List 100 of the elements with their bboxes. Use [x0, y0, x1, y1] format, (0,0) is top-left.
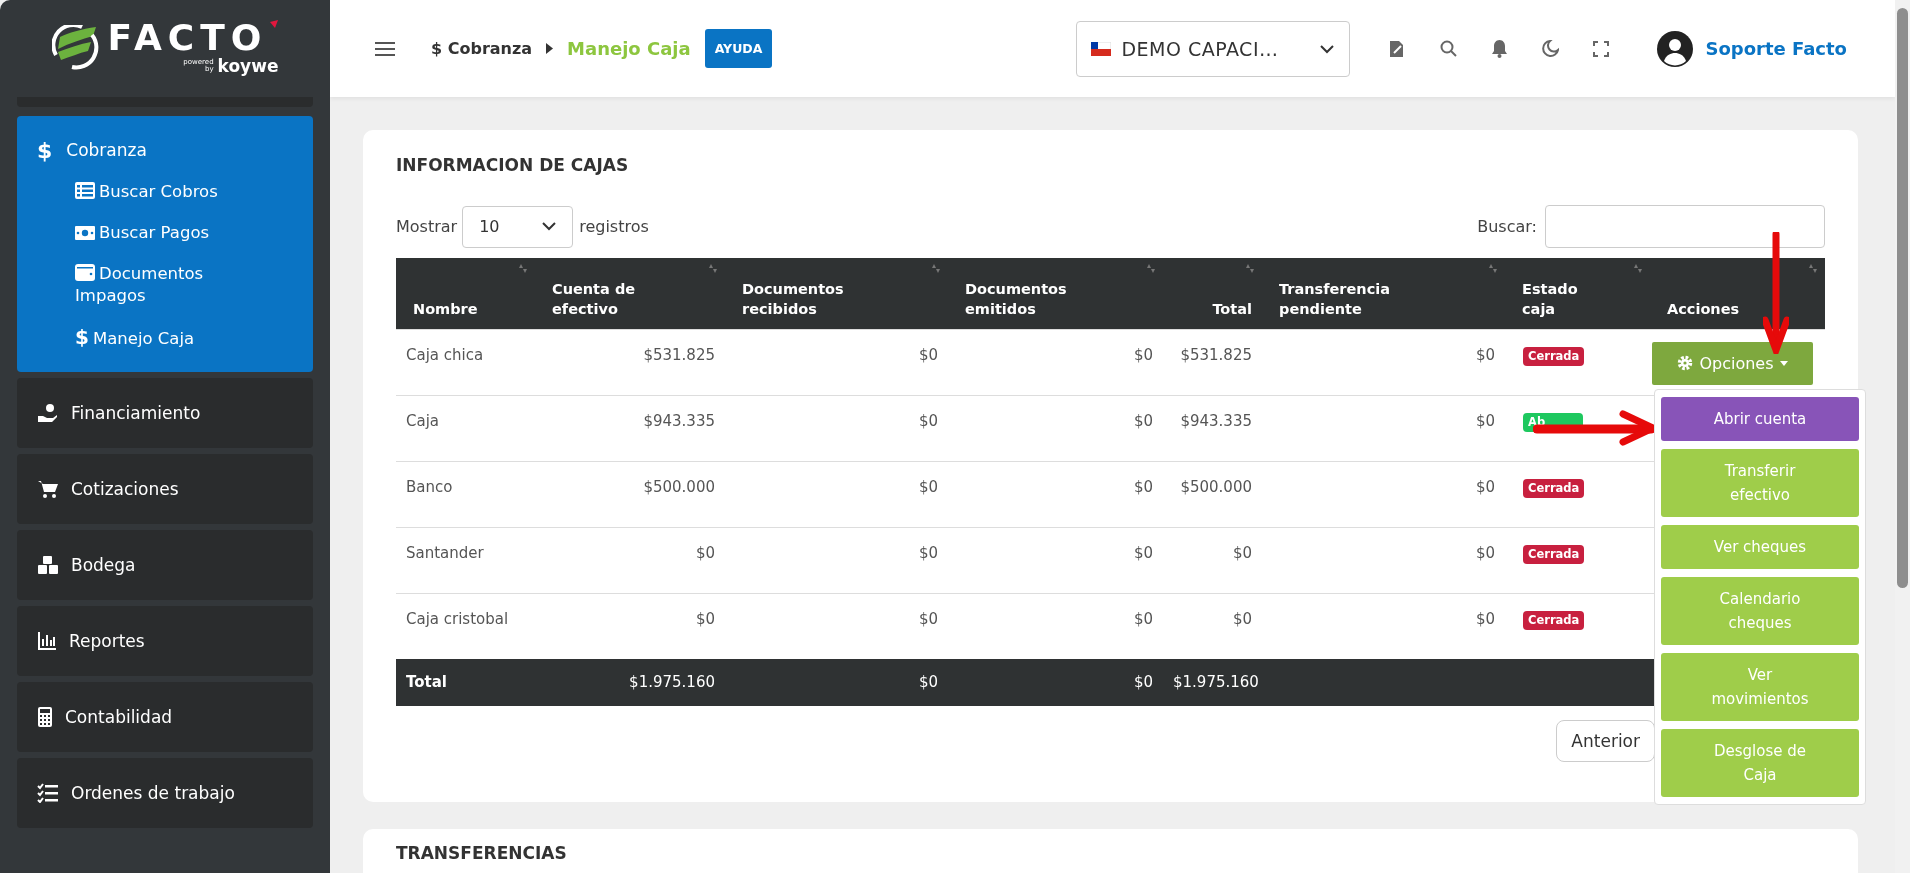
sort-icon[interactable]: [1489, 264, 1497, 273]
avatar-icon[interactable]: [1657, 30, 1694, 67]
total-cell: $1.975.160: [1163, 659, 1262, 706]
table-cell: $531.825: [1163, 329, 1262, 395]
column-header[interactable]: Total: [1163, 258, 1262, 329]
sort-icon[interactable]: [1246, 264, 1254, 273]
column-header[interactable]: Cuenta de efectivo: [535, 258, 725, 329]
previous-button[interactable]: Anterior: [1556, 720, 1655, 762]
wallet-icon: [75, 264, 95, 281]
sort-icon[interactable]: [1634, 264, 1642, 273]
sort-icon[interactable]: [519, 264, 527, 273]
table-cell: $0: [948, 461, 1163, 527]
sidebar-subitem[interactable]: Buscar Pagos: [37, 213, 265, 254]
table-cell: Caja chica: [396, 329, 535, 395]
calculator-icon: [37, 707, 53, 727]
status-badge: Cerrada: [1523, 544, 1585, 564]
table-cell: $0: [948, 527, 1163, 593]
sidebar-item[interactable]: $ Cobranza: [37, 128, 313, 172]
column-header[interactable]: Estado caja: [1505, 258, 1650, 329]
page-length-select[interactable]: 10: [462, 205, 574, 248]
gear-icon: [1677, 355, 1694, 371]
sort-icon[interactable]: [1147, 264, 1155, 273]
table-cell: $943.335: [535, 395, 725, 461]
sidebar-item[interactable]: Financiamiento: [17, 378, 313, 448]
checklist-icon: [37, 783, 59, 803]
table-cell: Banco: [396, 461, 535, 527]
status-badge: Cerrada: [1523, 610, 1585, 630]
dollar-icon: $: [37, 137, 53, 163]
table-cell: $0: [1262, 461, 1505, 527]
table-cell: $0: [1262, 395, 1505, 461]
list-icon: [75, 182, 95, 199]
table-cell: $0: [1262, 329, 1505, 395]
money-icon: [75, 226, 95, 240]
total-cell: $0: [948, 659, 1163, 706]
total-cell: $1.975.160: [535, 659, 725, 706]
total-cell: Total: [396, 659, 535, 706]
menu-icon[interactable]: [375, 40, 395, 57]
chile-flag-icon: [1091, 41, 1112, 56]
logo-partner: koywe: [217, 55, 279, 76]
search-label: Buscar:: [1477, 217, 1537, 236]
table-cell: $531.825: [535, 329, 725, 395]
sidebar-item[interactable]: Ordenes de trabajo: [17, 758, 313, 828]
table-cell: $0: [1262, 527, 1505, 593]
search-icon[interactable]: [1440, 40, 1458, 57]
status-badge: Cerrada: [1523, 346, 1585, 366]
table-cell: $0: [725, 395, 948, 461]
status-badge: Cerrada: [1523, 478, 1585, 498]
sidebar-subitem[interactable]: $ Manejo Caja: [37, 317, 265, 360]
boxes-icon: [37, 555, 59, 575]
hand-coin-icon: [37, 403, 59, 423]
column-header[interactable]: Nombre: [396, 258, 535, 329]
bar-chart-icon: [37, 631, 57, 651]
sidebar-item[interactable]: Reportes: [17, 606, 313, 676]
column-header[interactable]: Transferencia pendiente: [1262, 258, 1505, 329]
logo-mark-icon: [270, 19, 279, 28]
table-cell: $943.335: [1163, 395, 1262, 461]
menu-item[interactable]: Abrir cuenta: [1661, 396, 1859, 441]
table-cell: $0: [725, 527, 948, 593]
cart-icon: [37, 479, 59, 499]
moon-icon[interactable]: [1542, 40, 1560, 57]
table-cell: $0: [535, 527, 725, 593]
length-label: Mostrar: [396, 217, 458, 236]
table-cell: $0: [948, 329, 1163, 395]
chevron-down-icon: [1319, 43, 1336, 54]
table-cell: $500.000: [1163, 461, 1262, 527]
search-field[interactable]: [1545, 205, 1825, 248]
help-button[interactable]: AYUDA: [704, 29, 773, 68]
sidebar-subitem[interactable]: Documentos Impagos: [37, 254, 265, 317]
column-header[interactable]: Documentos recibidos: [725, 258, 948, 329]
total-cell: $0: [725, 659, 948, 706]
sidebar-subitem[interactable]: Buscar Cobros: [37, 172, 265, 213]
logo-swoosh-icon: [51, 25, 100, 70]
scrollbar-thumb[interactable]: [1897, 8, 1908, 588]
table-cell: Santander: [396, 527, 535, 593]
table-cell: $0: [725, 329, 948, 395]
breadcrumb-current: Manejo Caja: [567, 38, 691, 59]
table-cell: $500.000: [535, 461, 725, 527]
table-cell: $0: [1163, 527, 1262, 593]
fullscreen-icon[interactable]: [1593, 40, 1610, 57]
card-title: TRANSFERENCIAS: [396, 843, 568, 863]
card-title: INFORMACION DE CAJAS: [396, 155, 630, 175]
sidebar-item[interactable]: Bodega: [17, 530, 313, 600]
chevron-down-icon: [542, 222, 557, 231]
sort-icon[interactable]: [932, 264, 940, 273]
caret-right-icon: [546, 43, 554, 54]
sidebar-item[interactable]: Cotizaciones: [17, 454, 313, 524]
sort-icon[interactable]: [709, 264, 717, 273]
company-select[interactable]: DEMO CAPACI…: [1076, 20, 1351, 77]
length-label: registros: [579, 217, 649, 236]
column-header[interactable]: Documentos emitidos: [948, 258, 1163, 329]
user-name[interactable]: Soporte Facto: [1705, 38, 1847, 59]
breadcrumb-link[interactable]: $ Cobranza: [431, 39, 533, 58]
sidebar-item[interactable]: Contabilidad: [17, 682, 313, 752]
logo-wordmark: FACTO: [107, 19, 268, 56]
table-cell: $0: [725, 461, 948, 527]
column-header[interactable]: Acciones: [1650, 258, 1825, 329]
sort-icon[interactable]: [1809, 264, 1817, 273]
table-cell: Caja: [396, 395, 535, 461]
bell-icon[interactable]: [1491, 39, 1509, 58]
table-cell: $0: [948, 395, 1163, 461]
